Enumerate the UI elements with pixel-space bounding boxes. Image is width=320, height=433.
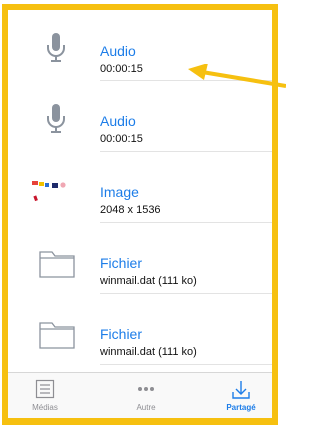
share-download-icon — [232, 381, 250, 399]
list-item[interactable]: Image 2048 x 1536 — [8, 152, 272, 223]
list-item[interactable]: Fichier winmail.dat (111 ko) — [8, 223, 272, 294]
image-thumbnail — [32, 181, 66, 202]
divider — [100, 364, 272, 365]
folder-icon — [39, 322, 75, 349]
tab-autre[interactable]: Autre — [116, 373, 176, 418]
microphone-icon — [47, 104, 65, 133]
list-item[interactable]: Fichier winmail.dat (111 ko) — [8, 294, 272, 365]
tab-partage[interactable]: Partagé — [211, 373, 271, 418]
list-icon — [35, 379, 55, 399]
item-subtitle: winmail.dat (111 ko) — [100, 275, 197, 287]
item-subtitle: winmail.dat (111 ko) — [100, 346, 197, 358]
more-icon — [138, 387, 154, 391]
item-title: Fichier — [100, 326, 143, 342]
tab-bar: Médias Autre Partagé — [8, 372, 272, 418]
tab-label: Autre — [136, 403, 156, 412]
tab-medias[interactable]: Médias — [15, 373, 75, 418]
tab-label: Partagé — [226, 403, 256, 412]
item-title: Audio — [100, 43, 136, 59]
tab-label: Médias — [32, 403, 58, 412]
item-title: Image — [100, 184, 139, 200]
pointer-arrow — [188, 64, 286, 88]
item-title: Audio — [100, 113, 136, 129]
item-subtitle: 00:00:15 — [100, 63, 143, 75]
item-subtitle: 2048 x 1536 — [100, 204, 161, 216]
item-subtitle: 00:00:15 — [100, 133, 143, 145]
folder-icon — [39, 251, 75, 278]
microphone-icon — [47, 33, 65, 62]
item-title: Fichier — [100, 255, 143, 271]
